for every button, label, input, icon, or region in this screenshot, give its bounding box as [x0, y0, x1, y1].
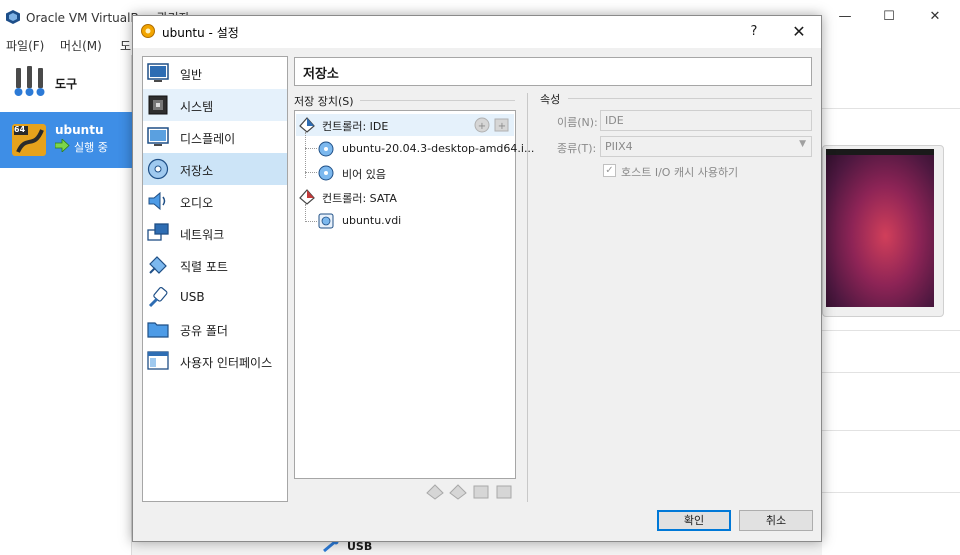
sata-controller-icon [299, 189, 315, 205]
tree-connector [305, 172, 317, 173]
help-button[interactable]: ? [742, 21, 766, 43]
nav-item-usb[interactable]: USB [143, 281, 287, 313]
user-interface-icon [147, 351, 169, 370]
system-icon [148, 95, 168, 115]
network-icon [147, 223, 169, 241]
nav-label-display: 디스플레이 [180, 132, 236, 146]
tree-connector [305, 148, 317, 149]
tools-label: 도구 [55, 77, 78, 91]
add-optical-drive-icon[interactable]: + [474, 117, 490, 133]
nav-label-serial-port: 직렬 포트 [180, 260, 228, 274]
audio-icon [148, 191, 166, 211]
menu-file[interactable]: 파일(F) [6, 37, 44, 54]
add-attachment-icon[interactable] [472, 484, 490, 500]
tree-row-optical-ubuntu-iso[interactable]: ubuntu-20.04.3-desktop-amd64.i... [318, 138, 534, 160]
nav-label-user-interface: 사용자 인터페이스 [180, 356, 273, 370]
nav-item-serial-port[interactable]: 직렬 포트 [143, 249, 287, 281]
nav-item-audio[interactable]: 오디오 [143, 185, 287, 217]
storage-devices-label: 저장 장치(S) [294, 95, 354, 108]
nav-label-network: 네트워크 [180, 228, 225, 242]
virtualbox-logo-icon [6, 10, 20, 24]
gear-icon [141, 24, 155, 38]
optical-disc-icon [318, 141, 334, 157]
nav-item-general[interactable]: 일반 [143, 57, 287, 89]
tree-row-controller-ide[interactable]: 컨트롤러: IDE + + [296, 114, 514, 136]
ide-controller-icon [299, 117, 315, 133]
running-arrow-icon [55, 139, 70, 152]
divider [822, 492, 960, 493]
group-divider [568, 98, 812, 99]
nav-label-storage: 저장소 [180, 164, 214, 178]
nav-label-shared-folders: 공유 폴더 [180, 324, 228, 338]
tree-row-optical-empty[interactable]: 비어 있음 [318, 162, 514, 184]
ok-button[interactable]: 확인 [657, 510, 731, 531]
vm-name: ubuntu [55, 123, 104, 137]
group-divider [360, 100, 515, 101]
dialog-title: ubuntu - 설정 [162, 26, 239, 40]
menu-machine[interactable]: 머신(M) [60, 37, 102, 54]
nav-item-display[interactable]: 디스플레이 [143, 121, 287, 153]
minimize-button[interactable]: — [822, 0, 868, 33]
attachment-label: 비어 있음 [342, 168, 386, 181]
page-title: 저장소 [303, 67, 339, 82]
shared-folder-icon [147, 322, 169, 338]
attachment-label: ubuntu-20.04.3-desktop-amd64.i... [342, 142, 535, 155]
name-field-label: 이름(N): [557, 116, 598, 129]
optical-disc-icon [318, 165, 334, 181]
vm-preview-topbar [826, 149, 934, 155]
display-icon [147, 127, 169, 146]
add-hard-disk-icon[interactable]: + [494, 117, 510, 133]
cancel-button[interactable]: 취소 [739, 510, 813, 531]
os-badge: 64 [14, 125, 26, 134]
menu-help[interactable]: 도 [120, 37, 131, 54]
remove-controller-icon[interactable] [449, 484, 467, 500]
svg-text:+: + [498, 121, 506, 132]
nav-item-network[interactable]: 네트워크 [143, 217, 287, 249]
chevron-down-icon: ▼ [799, 139, 806, 149]
remove-attachment-icon[interactable] [495, 484, 513, 500]
controller-sata-label: 컨트롤러: SATA [322, 192, 397, 205]
tree-row-hard-disk-ubuntu-vdi[interactable]: ubuntu.vdi [318, 210, 514, 232]
vm-state: 실행 중 [74, 141, 108, 154]
tree-connector [305, 221, 317, 222]
close-window-button[interactable]: ✕ [912, 0, 958, 33]
usb-icon [148, 287, 168, 308]
divider [822, 330, 960, 331]
maximize-button[interactable]: ☐ [866, 0, 912, 33]
storage-icon [147, 158, 169, 180]
dialog-close-button[interactable]: ✕ [786, 21, 812, 43]
attachment-label: ubuntu.vdi [342, 214, 402, 227]
page-title-box [294, 57, 812, 86]
serial-port-icon [149, 256, 167, 274]
controller-ide-label: 컨트롤러: IDE [322, 120, 389, 133]
type-select[interactable]: PIIX4 ▼ [600, 136, 812, 157]
tools-icon [14, 66, 45, 96]
hard-disk-icon [318, 213, 334, 229]
svg-text:+: + [478, 121, 486, 132]
nav-item-shared-folders[interactable]: 공유 폴더 [143, 313, 287, 345]
host-io-cache-label: 호스트 I/O 캐시 사용하기 [621, 166, 739, 179]
add-controller-icon[interactable] [426, 484, 444, 500]
attributes-label: 속성 [540, 93, 561, 106]
nav-label-audio: 오디오 [180, 196, 214, 210]
nav-item-storage[interactable]: 저장소 [143, 153, 287, 185]
splitter[interactable] [527, 93, 528, 502]
nav-label-usb: USB [180, 290, 205, 304]
divider [822, 430, 960, 431]
nav-item-system[interactable]: 시스템 [143, 89, 287, 121]
host-io-cache-checkbox[interactable]: ✓ [603, 164, 616, 177]
type-field-label: 종류(T): [557, 142, 597, 155]
tree-row-controller-sata[interactable]: 컨트롤러: SATA [296, 186, 514, 208]
tree-connector [305, 204, 306, 222]
vm-preview-screen [826, 149, 934, 307]
divider [822, 372, 960, 373]
general-icon [147, 63, 169, 82]
nav-label-system: 시스템 [180, 100, 214, 114]
nav-label-general: 일반 [180, 68, 203, 82]
type-select-value: PIIX4 [605, 140, 633, 153]
divider [822, 108, 960, 109]
nav-item-user-interface[interactable]: 사용자 인터페이스 [143, 345, 287, 377]
name-field[interactable]: IDE [600, 110, 812, 131]
